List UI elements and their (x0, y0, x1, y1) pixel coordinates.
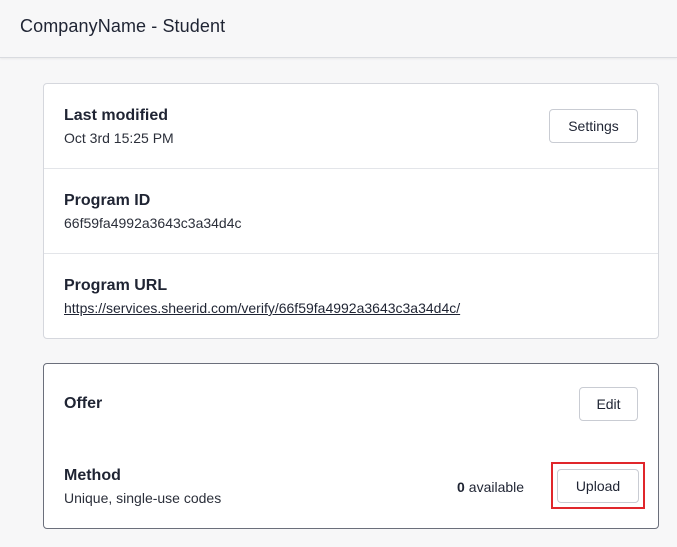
program-id-value: 66f59fa4992a3643c3a34d4c (64, 215, 242, 231)
program-url-label: Program URL (64, 277, 168, 294)
edit-button[interactable]: Edit (579, 387, 638, 421)
available-count-label: available (468, 479, 525, 495)
program-url-row: Program URL https://services.sheerid.com… (44, 254, 658, 339)
last-modified-row: Last modified Oct 3rd 15:25 PM Settings (44, 84, 658, 169)
available-count-number: 0 (457, 479, 465, 495)
last-modified-value: Oct 3rd 15:25 PM (64, 130, 174, 146)
offer-title: Offer (64, 395, 103, 412)
settings-button[interactable]: Settings (549, 109, 638, 143)
last-modified-label: Last modified (64, 107, 169, 124)
top-bar: CompanyName - Student (0, 0, 677, 58)
method-label: Method (64, 467, 121, 484)
program-url-link[interactable]: https://services.sheerid.com/verify/66f5… (64, 300, 460, 316)
offer-card: Offer Edit Method Unique, single-use cod… (43, 363, 659, 529)
upload-button[interactable]: Upload (557, 469, 639, 503)
program-info-card: Last modified Oct 3rd 15:25 PM Settings … (43, 83, 659, 339)
method-value: Unique, single-use codes (64, 490, 222, 506)
program-id-row: Program ID 66f59fa4992a3643c3a34d4c (44, 169, 658, 254)
page-title: CompanyName - Student (20, 16, 226, 36)
available-count: 0 available (457, 479, 524, 495)
program-id-label: Program ID (64, 192, 151, 209)
